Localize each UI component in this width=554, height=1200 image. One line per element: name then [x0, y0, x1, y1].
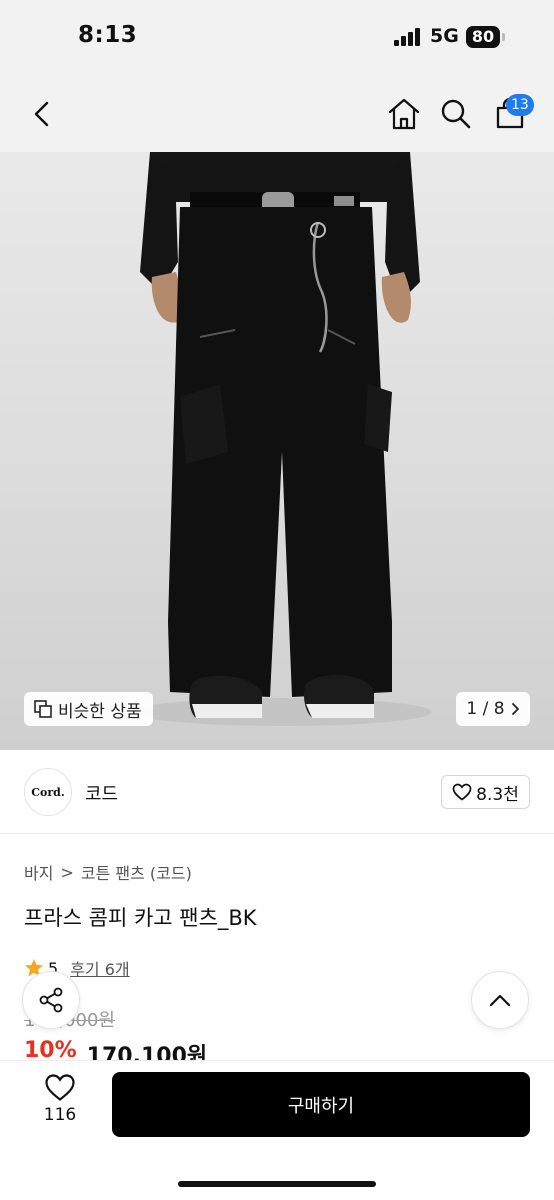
buy-button[interactable]: 구매하기 — [112, 1072, 530, 1137]
brand-name[interactable]: 코드 — [85, 780, 118, 806]
image-counter-label: 1 / 8 — [466, 699, 505, 719]
product-title: 프라스 콤피 카고 팬츠_BK — [24, 906, 257, 930]
review-count-link[interactable]: 후기 6개 — [70, 956, 129, 980]
breadcrumb-separator-icon: > — [60, 862, 74, 882]
home-indicator — [178, 1181, 376, 1187]
share-button[interactable] — [22, 971, 80, 1029]
wishlist-button[interactable]: 116 — [34, 1073, 86, 1133]
scroll-top-button[interactable] — [471, 971, 529, 1029]
network-label: 5G — [430, 25, 459, 47]
image-counter[interactable]: 1 / 8 — [456, 692, 530, 726]
status-time: 8:13 — [78, 22, 138, 48]
brand-like-button[interactable]: 8.3천 — [441, 775, 530, 809]
app-header — [0, 76, 554, 152]
battery-tip — [502, 33, 505, 41]
brand-like-count: 8.3천 — [476, 784, 519, 805]
chevron-up-icon — [489, 994, 511, 1007]
search-icon — [441, 99, 471, 129]
chevron-right-icon — [511, 703, 519, 715]
similar-products-button[interactable]: 비슷한 상품 — [24, 692, 153, 726]
product-photo — [132, 152, 432, 726]
brand-logo[interactable]: Cord. — [24, 768, 72, 816]
product-image-gallery[interactable] — [0, 152, 554, 750]
home-button[interactable] — [382, 92, 426, 136]
back-button[interactable] — [20, 92, 64, 136]
cart-count-badge: 13 — [506, 94, 534, 116]
heart-icon — [45, 1074, 75, 1101]
bottom-bar: 116 구매하기 — [0, 1060, 554, 1200]
status-bar: 8:13 5G 80 — [0, 0, 554, 76]
search-button[interactable] — [434, 92, 478, 136]
breadcrumb-subcategory[interactable]: 코튼 팬츠 (코드) — [81, 860, 192, 884]
chevron-left-icon — [34, 101, 49, 127]
signal-icon — [394, 28, 424, 46]
wishlist-count: 116 — [43, 1105, 77, 1125]
brand-row[interactable]: Cord. 코드 8.3천 — [0, 750, 554, 834]
heart-icon — [452, 783, 472, 801]
home-icon — [388, 98, 420, 130]
similar-products-label: 비슷한 상품 — [58, 701, 142, 722]
battery-icon: 80 — [466, 26, 500, 48]
share-icon — [39, 987, 63, 1013]
breadcrumb-category[interactable]: 바지 — [24, 860, 53, 884]
copy-icon — [34, 700, 52, 718]
breadcrumb: 바지 > 코튼 팬츠 (코드) — [24, 860, 192, 884]
